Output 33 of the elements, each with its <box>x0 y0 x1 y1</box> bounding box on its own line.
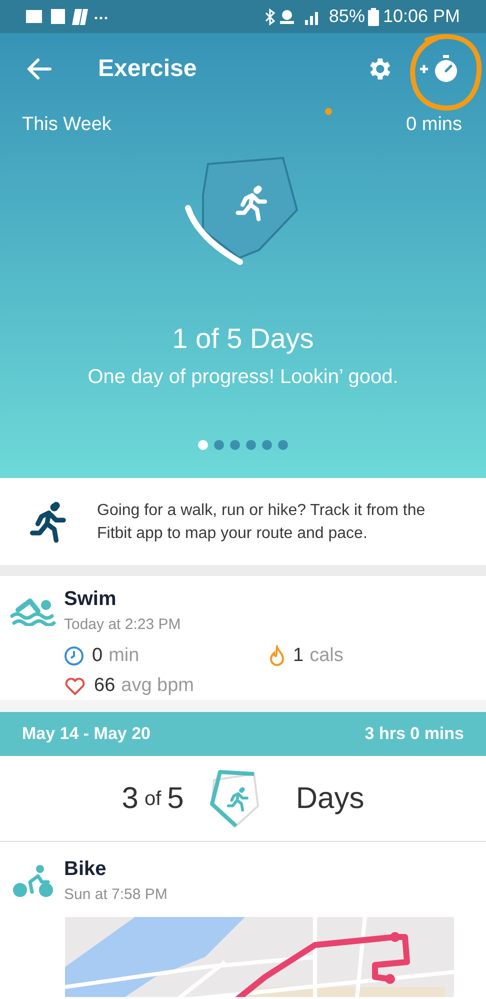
battery-icon <box>368 8 379 26</box>
stat-unit: min <box>108 644 140 668</box>
activity-time: Today at 2:23 PM <box>64 615 182 635</box>
week-label: This Week <box>22 113 112 137</box>
stat-unit: avg bpm <box>121 674 194 698</box>
flame-icon <box>269 644 285 666</box>
week-total: 0 mins <box>406 113 462 137</box>
clock-icon <box>64 646 84 666</box>
cyclist-icon <box>12 864 54 898</box>
battery-percent: 85% <box>328 5 365 28</box>
activity-name: Bike <box>64 857 108 882</box>
stat-value: 0 <box>92 644 103 668</box>
more-icon <box>94 16 108 19</box>
days-goal: 5 <box>167 781 184 817</box>
activity-time: Sun at 7:58 PM <box>64 885 168 905</box>
days-of: of <box>144 786 162 812</box>
hotspot-icon <box>280 10 294 24</box>
stat-unit: cals <box>310 644 344 668</box>
screen-title: Exercise <box>98 54 197 84</box>
heart-icon <box>64 676 86 696</box>
activity-name: Swim <box>64 587 118 612</box>
week-duration: 3 hrs 0 mins <box>364 723 464 746</box>
bluetooth-icon <box>265 8 276 26</box>
week-range: May 14 - May 20 <box>22 723 151 746</box>
tip-text: Going for a walk, run or hike? Track it from the Fitbit app to map your route and pace. <box>97 500 426 544</box>
days-count: 3 <box>122 781 138 817</box>
days-unit: Days <box>296 781 364 817</box>
swimmer-icon <box>10 596 56 626</box>
progress-message: One day of progress! Lookin’ good. <box>86 364 400 390</box>
clock: 10:06 PM <box>382 5 460 28</box>
stat-value: 1 <box>293 644 304 668</box>
signal-icon <box>304 12 318 24</box>
stat-value: 66 <box>94 674 116 698</box>
